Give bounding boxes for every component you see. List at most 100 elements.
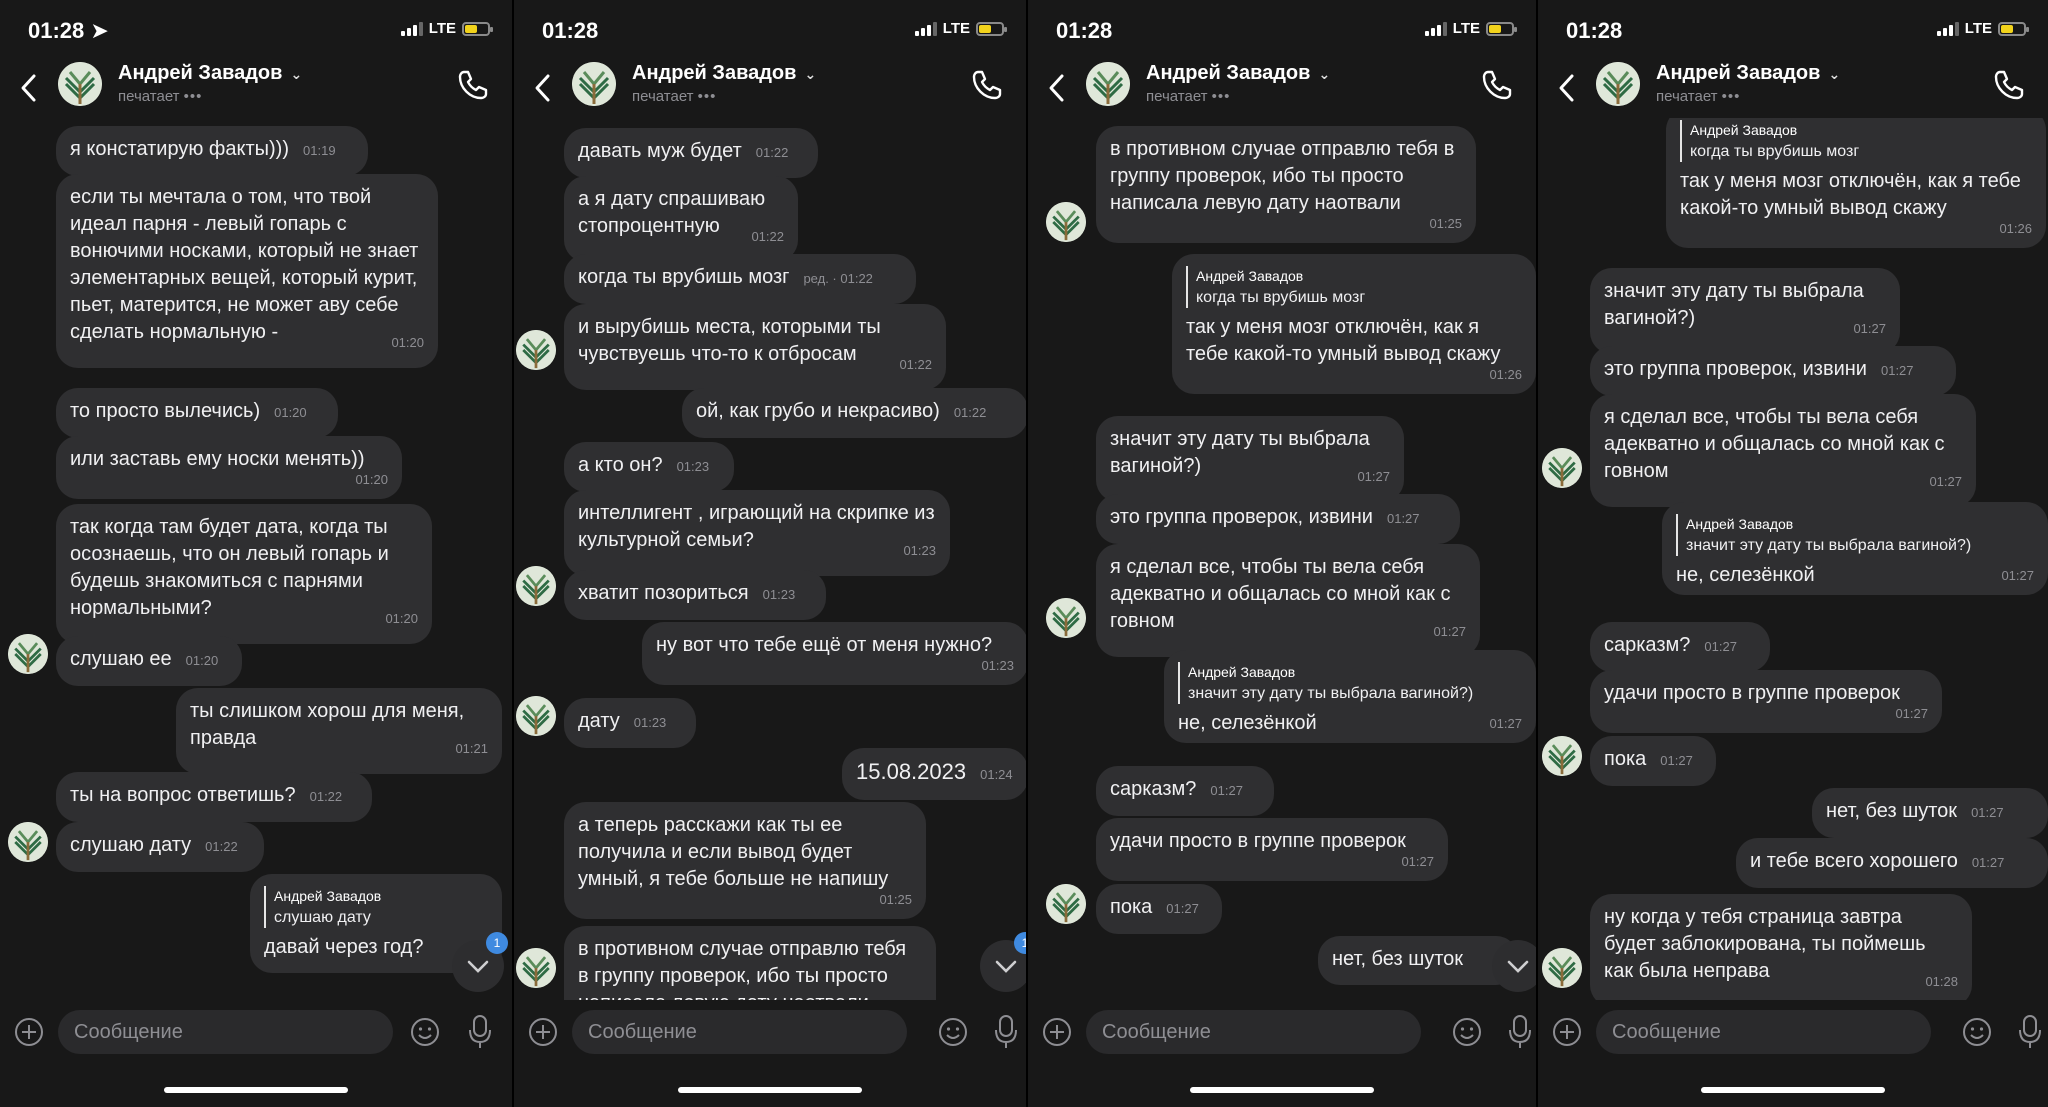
- message-bubble[interactable]: значит эту дату ты выбрала вагиной?) 01:2…: [1590, 268, 1900, 354]
- avatar[interactable]: [572, 62, 616, 106]
- message-bubble[interactable]: слушаю дату 01:22: [56, 822, 264, 872]
- message-bubble[interactable]: в противном случае отправлю тебя в групп…: [564, 926, 936, 1000]
- message-bubble[interactable]: хватит позориться 01:23: [564, 570, 826, 620]
- back-arrow-icon[interactable]: [1042, 68, 1072, 108]
- message-bubble[interactable]: когда ты врубишь мозг ред. · 01:22: [564, 254, 916, 304]
- avatar[interactable]: [8, 634, 48, 674]
- message-bubble-outgoing[interactable]: Андрей Завадов значит эту дату ты выбрала…: [1662, 502, 2048, 595]
- reply-quote[interactable]: Андрей Завадов значит эту дату ты выбрала…: [1676, 514, 2034, 556]
- avatar[interactable]: [1046, 884, 1086, 924]
- message-bubble[interactable]: слушаю ее 01:20: [56, 636, 242, 686]
- message-bubble[interactable]: дату 01:23: [564, 698, 696, 748]
- contact-name[interactable]: Андрей Завадов ⌄: [1146, 62, 1330, 85]
- message-bubble-outgoing[interactable]: ты слишком хорош для меня, правда 01:21: [176, 688, 502, 774]
- message-bubble[interactable]: сарказм? 01:27: [1590, 622, 1770, 672]
- message-bubble[interactable]: или заставь ему носки менять)) 01:20: [56, 436, 402, 499]
- message-bubble[interactable]: а я дату спрашиваю стопроцентную 01:22: [564, 176, 798, 262]
- reply-quote[interactable]: Андрей Завадов когда ты врубишь мозг: [1186, 266, 1522, 308]
- message-bubble[interactable]: ну когда у тебя страница завтра будет за…: [1590, 894, 1972, 1000]
- contact-name[interactable]: Андрей Завадов ⌄: [1656, 62, 1840, 85]
- message-bubble[interactable]: в противном случае отправлю тебя в групп…: [1096, 126, 1476, 243]
- emoji-icon[interactable]: [1452, 1017, 1482, 1047]
- contact-name[interactable]: Андрей Завадов ⌄: [118, 62, 302, 85]
- message-bubble[interactable]: если ты мечтала о том, что твой идеал па…: [56, 174, 438, 368]
- message-bubble-outgoing[interactable]: ой, как грубо и некрасиво) 01:22: [682, 388, 1026, 438]
- microphone-icon[interactable]: [994, 1014, 1018, 1050]
- message-bubble[interactable]: удачи просто в группе проверок 01:27: [1096, 818, 1448, 881]
- message-bubble[interactable]: давать муж будет 01:22: [564, 128, 818, 178]
- message-bubble[interactable]: я констатирую факты))) 01:19: [56, 126, 368, 176]
- message-list[interactable]: я констатирую факты))) 01:19 если ты мечт…: [0, 118, 512, 1000]
- scroll-down-button[interactable]: [1492, 940, 1536, 992]
- avatar[interactable]: [516, 696, 556, 736]
- message-list[interactable]: Андрей Завадов когда ты врубишь мозг так …: [1538, 118, 2048, 1000]
- attach-plus-icon[interactable]: [14, 1017, 44, 1047]
- message-bubble[interactable]: ты на вопрос ответишь? 01:22: [56, 772, 372, 822]
- reply-quote[interactable]: Андрей Завадов слушаю дату: [264, 886, 488, 928]
- message-bubble[interactable]: я сделал все, чтобы ты вела себя адекват…: [1590, 394, 1976, 507]
- message-bubble-outgoing[interactable]: 15.08.2023 01:24: [842, 748, 1026, 800]
- emoji-icon[interactable]: [1962, 1017, 1992, 1047]
- message-bubble[interactable]: значит эту дату ты выбрала вагиной?) 01:2…: [1096, 416, 1404, 502]
- message-bubble[interactable]: интеллигент , играющий на скрипке из кул…: [564, 490, 950, 576]
- emoji-icon[interactable]: [410, 1017, 440, 1047]
- microphone-icon[interactable]: [2018, 1014, 2042, 1050]
- avatar[interactable]: [8, 822, 48, 862]
- avatar[interactable]: [1542, 448, 1582, 488]
- avatar[interactable]: [1596, 62, 1640, 106]
- reply-quote[interactable]: Андрей Завадов значит эту дату ты выбрала…: [1178, 662, 1522, 704]
- back-arrow-icon[interactable]: [14, 68, 44, 108]
- message-bubble[interactable]: а теперь расскажи как ты ее получила и е…: [564, 802, 926, 919]
- message-input[interactable]: [58, 1010, 393, 1054]
- avatar[interactable]: [58, 62, 102, 106]
- microphone-icon[interactable]: [1508, 1014, 1532, 1050]
- message-bubble[interactable]: удачи просто в группе проверок 01:27: [1590, 670, 1942, 733]
- message-bubble-outgoing[interactable]: и тебе всего хорошего 01:27: [1736, 838, 2048, 888]
- scroll-down-button[interactable]: 1: [452, 932, 508, 992]
- message-bubble[interactable]: это группа проверок, извини 01:27: [1590, 346, 1956, 396]
- message-input[interactable]: [572, 1010, 907, 1054]
- message-bubble[interactable]: сарказм? 01:27: [1096, 766, 1274, 816]
- avatar[interactable]: [1542, 736, 1582, 776]
- phone-icon[interactable]: [1480, 68, 1514, 102]
- message-bubble-outgoing[interactable]: Андрей Завадов когда ты врубишь мозг так …: [1172, 254, 1536, 394]
- attach-plus-icon[interactable]: [1042, 1017, 1072, 1047]
- attach-plus-icon[interactable]: [528, 1017, 558, 1047]
- reply-quote[interactable]: Андрей Завадов когда ты врубишь мозг: [1680, 120, 2032, 162]
- avatar[interactable]: [1046, 202, 1086, 242]
- back-arrow-icon[interactable]: [528, 68, 558, 108]
- avatar[interactable]: [1086, 62, 1130, 106]
- message-bubble[interactable]: пока 01:27: [1590, 736, 1716, 786]
- message-bubble[interactable]: и вырубишь места, которыми ты чувствуешь…: [564, 304, 946, 390]
- message-bubble-outgoing[interactable]: нет, без шуток: [1318, 936, 1518, 985]
- microphone-icon[interactable]: [468, 1014, 492, 1050]
- phone-icon[interactable]: [456, 68, 490, 102]
- phone-icon[interactable]: [1992, 68, 2026, 102]
- avatar[interactable]: [516, 330, 556, 370]
- emoji-icon[interactable]: [938, 1017, 968, 1047]
- message-bubble[interactable]: я сделал все, чтобы ты вела себя адекват…: [1096, 544, 1480, 657]
- contact-name[interactable]: Андрей Завадов ⌄: [632, 62, 816, 85]
- message-bubble[interactable]: а кто он? 01:23: [564, 442, 734, 492]
- avatar[interactable]: [516, 566, 556, 606]
- message-bubble[interactable]: так когда там будет дата, когда ты осозн…: [56, 504, 432, 644]
- phone-icon[interactable]: [970, 68, 1004, 102]
- message-list[interactable]: в противном случае отправлю тебя в групп…: [1028, 118, 1536, 1000]
- message-input[interactable]: [1086, 1010, 1421, 1054]
- avatar[interactable]: [1046, 598, 1086, 638]
- message-input[interactable]: [1596, 1010, 1931, 1054]
- message-bubble-outgoing[interactable]: нет, без шуток 01:27: [1812, 788, 2048, 838]
- message-bubble-outgoing[interactable]: Андрей Завадов значит эту дату ты выбрала…: [1164, 650, 1536, 743]
- avatar[interactable]: [1542, 948, 1582, 988]
- back-arrow-icon[interactable]: [1552, 68, 1582, 108]
- attach-plus-icon[interactable]: [1552, 1017, 1582, 1047]
- scroll-down-button[interactable]: 1: [980, 932, 1026, 992]
- message-bubble[interactable]: пока 01:27: [1096, 884, 1222, 934]
- message-bubble[interactable]: это группа проверок, извини 01:27: [1096, 494, 1460, 544]
- message-bubble-outgoing[interactable]: Андрей Завадов когда ты врубишь мозг так …: [1666, 118, 2046, 248]
- avatar[interactable]: [516, 948, 556, 988]
- message-bubble[interactable]: то просто вылечись) 01:20: [56, 388, 338, 438]
- message-list[interactable]: давать муж будет 01:22 а я дату спрашиваю…: [514, 118, 1026, 1000]
- message-bubble-outgoing[interactable]: ну вот что тебе ещё от меня нужно? 01:23: [642, 622, 1026, 685]
- chat-header: Андрей Завадов ⌄ печатает •••: [1028, 58, 1536, 118]
